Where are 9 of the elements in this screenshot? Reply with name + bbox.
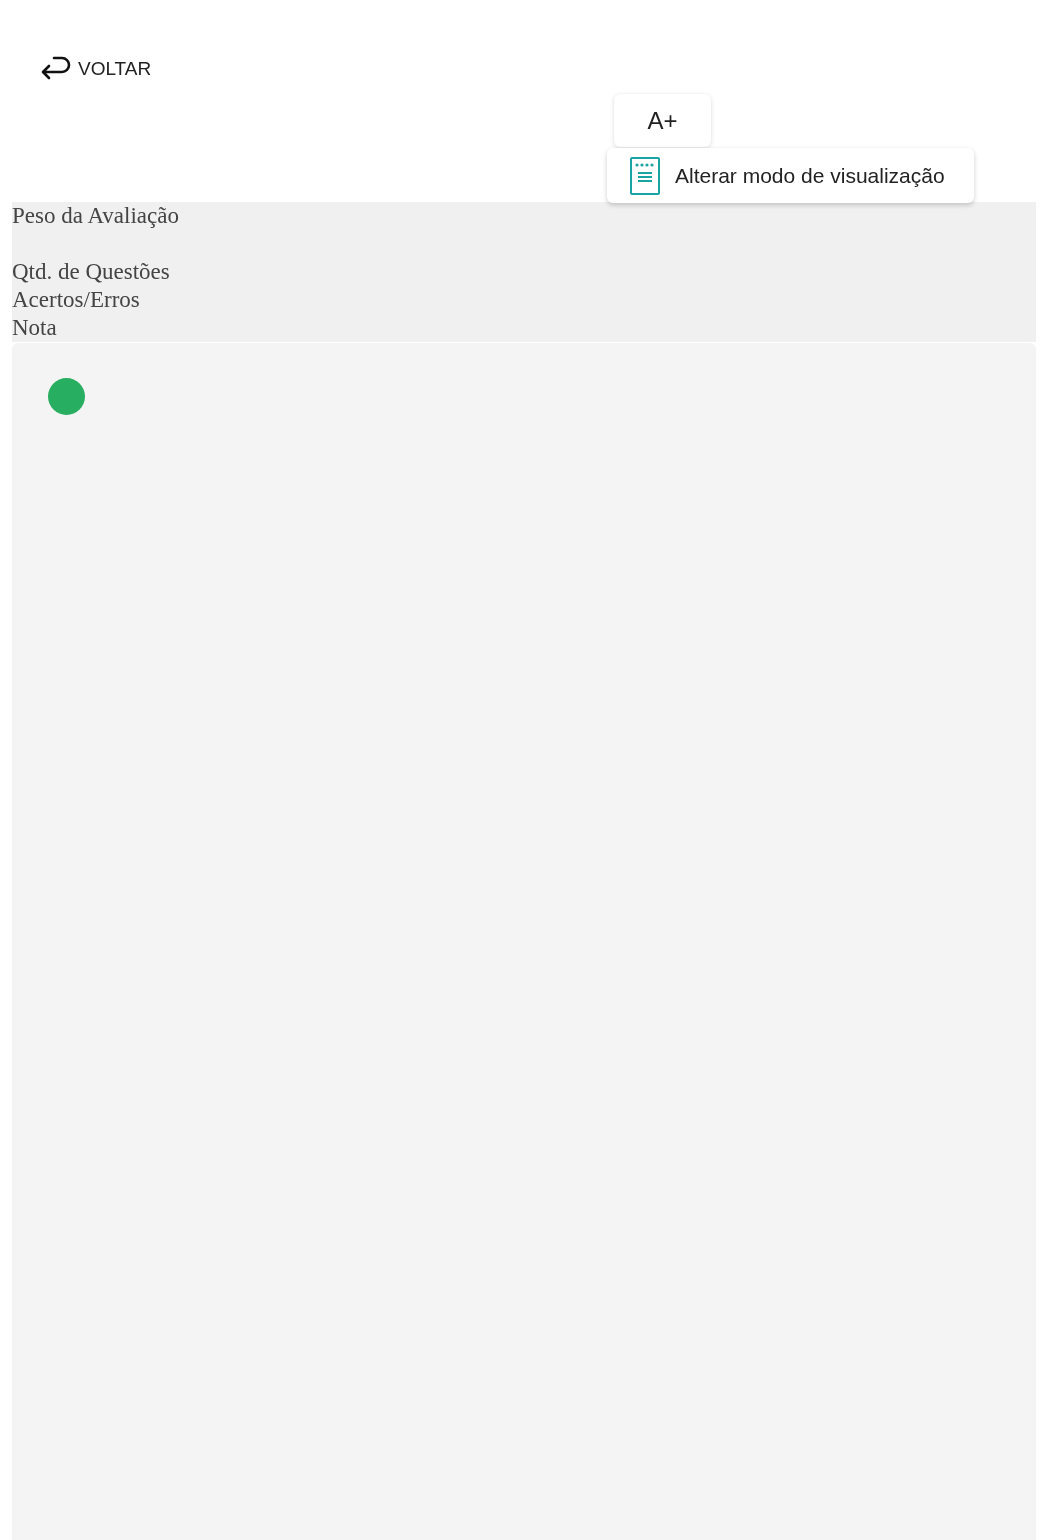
summary-label: Acertos/Erros xyxy=(12,286,140,314)
menu-item[interactable]: Alterar modo de visualização xyxy=(607,148,974,203)
summary-label: Qtd. de Questões xyxy=(12,258,170,286)
document-icon xyxy=(629,155,661,196)
back-button[interactable]: VOLTAR xyxy=(36,52,154,86)
summary-label: Peso da Avaliação xyxy=(12,202,179,230)
summary-label: Nota xyxy=(12,314,57,342)
font-size-button[interactable]: A+ xyxy=(614,94,711,147)
status-dot xyxy=(48,378,85,415)
